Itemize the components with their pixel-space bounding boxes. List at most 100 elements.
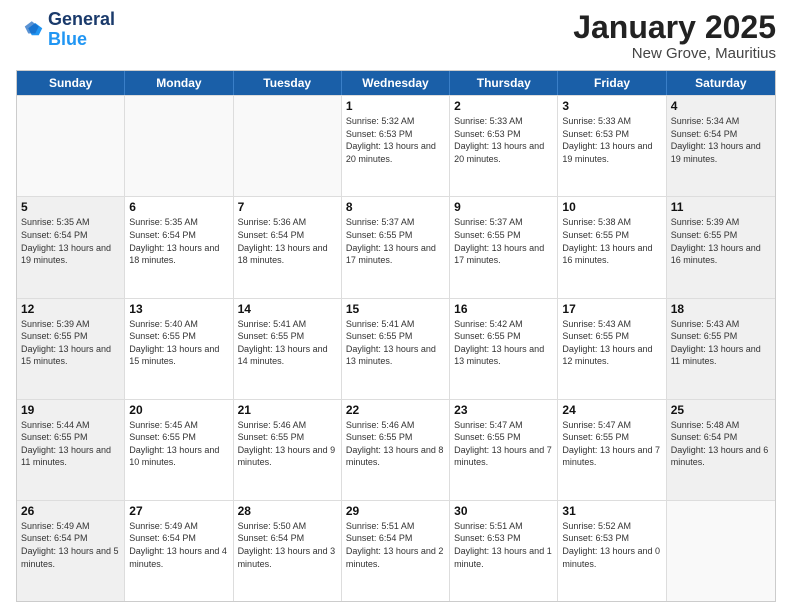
header-day-wednesday: Wednesday (342, 71, 450, 95)
logo-icon (16, 16, 44, 44)
calendar-cell: 1 Sunrise: 5:32 AM Sunset: 6:53 PM Daylig… (342, 96, 450, 196)
day-info: Sunrise: 5:47 AM Sunset: 6:55 PM Dayligh… (454, 419, 553, 469)
day-info: Sunrise: 5:37 AM Sunset: 6:55 PM Dayligh… (454, 216, 553, 266)
calendar-cell: 17 Sunrise: 5:43 AM Sunset: 6:55 PM Dayli… (558, 299, 666, 399)
day-number: 4 (671, 99, 771, 113)
calendar-cell: 9Sunrise: 5:37 AM Sunset: 6:55 PM Daylig… (450, 197, 558, 297)
day-info: Sunrise: 5:40 AM Sunset: 6:55 PM Dayligh… (129, 318, 228, 368)
calendar-cell: 2Sunrise: 5:33 AM Sunset: 6:53 PM Daylig… (450, 96, 558, 196)
calendar-cell: 16 Sunrise: 5:42 AM Sunset: 6:55 PM Dayli… (450, 299, 558, 399)
calendar-body: 1 Sunrise: 5:32 AM Sunset: 6:53 PM Daylig… (17, 95, 775, 601)
calendar-cell: 28 Sunrise: 5:50 AM Sunset: 6:54 PM Dayli… (234, 501, 342, 601)
day-number: 27 (129, 504, 228, 518)
day-info: Sunrise: 5:45 AM Sunset: 6:55 PM Dayligh… (129, 419, 228, 469)
day-info: Sunrise: 5:38 AM Sunset: 6:55 PM Dayligh… (562, 216, 661, 266)
calendar-cell: 25Sunrise: 5:48 AM Sunset: 6:54 PM Dayli… (667, 400, 775, 500)
calendar-week-1: 1 Sunrise: 5:32 AM Sunset: 6:53 PM Daylig… (17, 95, 775, 196)
calendar-cell: 26 Sunrise: 5:49 AM Sunset: 6:54 PM Dayli… (17, 501, 125, 601)
calendar-cell: 30 Sunrise: 5:51 AM Sunset: 6:53 PM Dayli… (450, 501, 558, 601)
calendar-cell: 11 Sunrise: 5:39 AM Sunset: 6:55 PM Dayli… (667, 197, 775, 297)
day-number: 18 (671, 302, 771, 316)
day-number: 26 (21, 504, 120, 518)
calendar-cell (125, 96, 233, 196)
calendar-subtitle: New Grove, Mauritius (573, 45, 776, 62)
day-number: 8 (346, 200, 445, 214)
day-number: 19 (21, 403, 120, 417)
day-number: 20 (129, 403, 228, 417)
day-info: Sunrise: 5:37 AM Sunset: 6:55 PM Dayligh… (346, 216, 445, 266)
header-day-tuesday: Tuesday (234, 71, 342, 95)
logo: General Blue (16, 10, 115, 50)
calendar-cell: 27Sunrise: 5:49 AM Sunset: 6:54 PM Dayli… (125, 501, 233, 601)
day-info: Sunrise: 5:42 AM Sunset: 6:55 PM Dayligh… (454, 318, 553, 368)
calendar-cell (667, 501, 775, 601)
calendar-cell: 24 Sunrise: 5:47 AM Sunset: 6:55 PM Dayli… (558, 400, 666, 500)
day-info: Sunrise: 5:33 AM Sunset: 6:53 PM Dayligh… (562, 115, 661, 165)
day-info: Sunrise: 5:39 AM Sunset: 6:55 PM Dayligh… (21, 318, 120, 368)
header: General Blue January 2025 New Grove, Mau… (16, 10, 776, 62)
day-number: 12 (21, 302, 120, 316)
calendar-cell: 13 Sunrise: 5:40 AM Sunset: 6:55 PM Dayli… (125, 299, 233, 399)
calendar: SundayMondayTuesdayWednesdayThursdayFrid… (16, 70, 776, 602)
calendar-week-4: 19Sunrise: 5:44 AM Sunset: 6:55 PM Dayli… (17, 399, 775, 500)
day-info: Sunrise: 5:51 AM Sunset: 6:53 PM Dayligh… (454, 520, 553, 570)
day-number: 17 (562, 302, 661, 316)
day-number: 24 (562, 403, 661, 417)
day-number: 1 (346, 99, 445, 113)
day-number: 30 (454, 504, 553, 518)
day-info: Sunrise: 5:43 AM Sunset: 6:55 PM Dayligh… (562, 318, 661, 368)
calendar-cell (17, 96, 125, 196)
calendar-cell: 5 Sunrise: 5:35 AM Sunset: 6:54 PM Daylig… (17, 197, 125, 297)
header-day-thursday: Thursday (450, 71, 558, 95)
day-number: 29 (346, 504, 445, 518)
calendar-week-5: 26 Sunrise: 5:49 AM Sunset: 6:54 PM Dayli… (17, 500, 775, 601)
calendar-cell: 6 Sunrise: 5:35 AM Sunset: 6:54 PM Daylig… (125, 197, 233, 297)
day-number: 23 (454, 403, 553, 417)
header-day-saturday: Saturday (667, 71, 775, 95)
title-block: January 2025 New Grove, Mauritius (573, 10, 776, 62)
day-info: Sunrise: 5:52 AM Sunset: 6:53 PM Dayligh… (562, 520, 661, 570)
day-info: Sunrise: 5:39 AM Sunset: 6:55 PM Dayligh… (671, 216, 771, 266)
day-info: Sunrise: 5:34 AM Sunset: 6:54 PM Dayligh… (671, 115, 771, 165)
calendar-week-2: 5 Sunrise: 5:35 AM Sunset: 6:54 PM Daylig… (17, 196, 775, 297)
calendar-cell: 15Sunrise: 5:41 AM Sunset: 6:55 PM Dayli… (342, 299, 450, 399)
day-number: 13 (129, 302, 228, 316)
logo-text: General Blue (48, 10, 115, 50)
day-number: 25 (671, 403, 771, 417)
day-info: Sunrise: 5:49 AM Sunset: 6:54 PM Dayligh… (21, 520, 120, 570)
day-info: Sunrise: 5:33 AM Sunset: 6:53 PM Dayligh… (454, 115, 553, 165)
day-info: Sunrise: 5:46 AM Sunset: 6:55 PM Dayligh… (238, 419, 337, 469)
calendar-cell: 3 Sunrise: 5:33 AM Sunset: 6:53 PM Daylig… (558, 96, 666, 196)
header-day-sunday: Sunday (17, 71, 125, 95)
calendar-cell: 14Sunrise: 5:41 AM Sunset: 6:55 PM Dayli… (234, 299, 342, 399)
day-number: 16 (454, 302, 553, 316)
calendar-cell: 20 Sunrise: 5:45 AM Sunset: 6:55 PM Dayli… (125, 400, 233, 500)
day-number: 11 (671, 200, 771, 214)
day-info: Sunrise: 5:47 AM Sunset: 6:55 PM Dayligh… (562, 419, 661, 469)
day-number: 15 (346, 302, 445, 316)
day-info: Sunrise: 5:35 AM Sunset: 6:54 PM Dayligh… (21, 216, 120, 266)
calendar-header: SundayMondayTuesdayWednesdayThursdayFrid… (17, 71, 775, 95)
calendar-cell: 12 Sunrise: 5:39 AM Sunset: 6:55 PM Dayli… (17, 299, 125, 399)
day-number: 10 (562, 200, 661, 214)
day-number: 3 (562, 99, 661, 113)
page: General Blue January 2025 New Grove, Mau… (0, 0, 792, 612)
calendar-cell: 31Sunrise: 5:52 AM Sunset: 6:53 PM Dayli… (558, 501, 666, 601)
calendar-cell: 10 Sunrise: 5:38 AM Sunset: 6:55 PM Dayli… (558, 197, 666, 297)
calendar-title: January 2025 (573, 10, 776, 45)
header-day-friday: Friday (558, 71, 666, 95)
calendar-cell: 22Sunrise: 5:46 AM Sunset: 6:55 PM Dayli… (342, 400, 450, 500)
day-info: Sunrise: 5:46 AM Sunset: 6:55 PM Dayligh… (346, 419, 445, 469)
day-info: Sunrise: 5:50 AM Sunset: 6:54 PM Dayligh… (238, 520, 337, 570)
calendar-cell: 23 Sunrise: 5:47 AM Sunset: 6:55 PM Dayli… (450, 400, 558, 500)
calendar-cell: 8 Sunrise: 5:37 AM Sunset: 6:55 PM Daylig… (342, 197, 450, 297)
day-number: 5 (21, 200, 120, 214)
day-info: Sunrise: 5:35 AM Sunset: 6:54 PM Dayligh… (129, 216, 228, 266)
day-number: 28 (238, 504, 337, 518)
day-info: Sunrise: 5:43 AM Sunset: 6:55 PM Dayligh… (671, 318, 771, 368)
day-info: Sunrise: 5:41 AM Sunset: 6:55 PM Dayligh… (238, 318, 337, 368)
calendar-cell: 29Sunrise: 5:51 AM Sunset: 6:54 PM Dayli… (342, 501, 450, 601)
day-info: Sunrise: 5:32 AM Sunset: 6:53 PM Dayligh… (346, 115, 445, 165)
day-number: 6 (129, 200, 228, 214)
day-number: 21 (238, 403, 337, 417)
